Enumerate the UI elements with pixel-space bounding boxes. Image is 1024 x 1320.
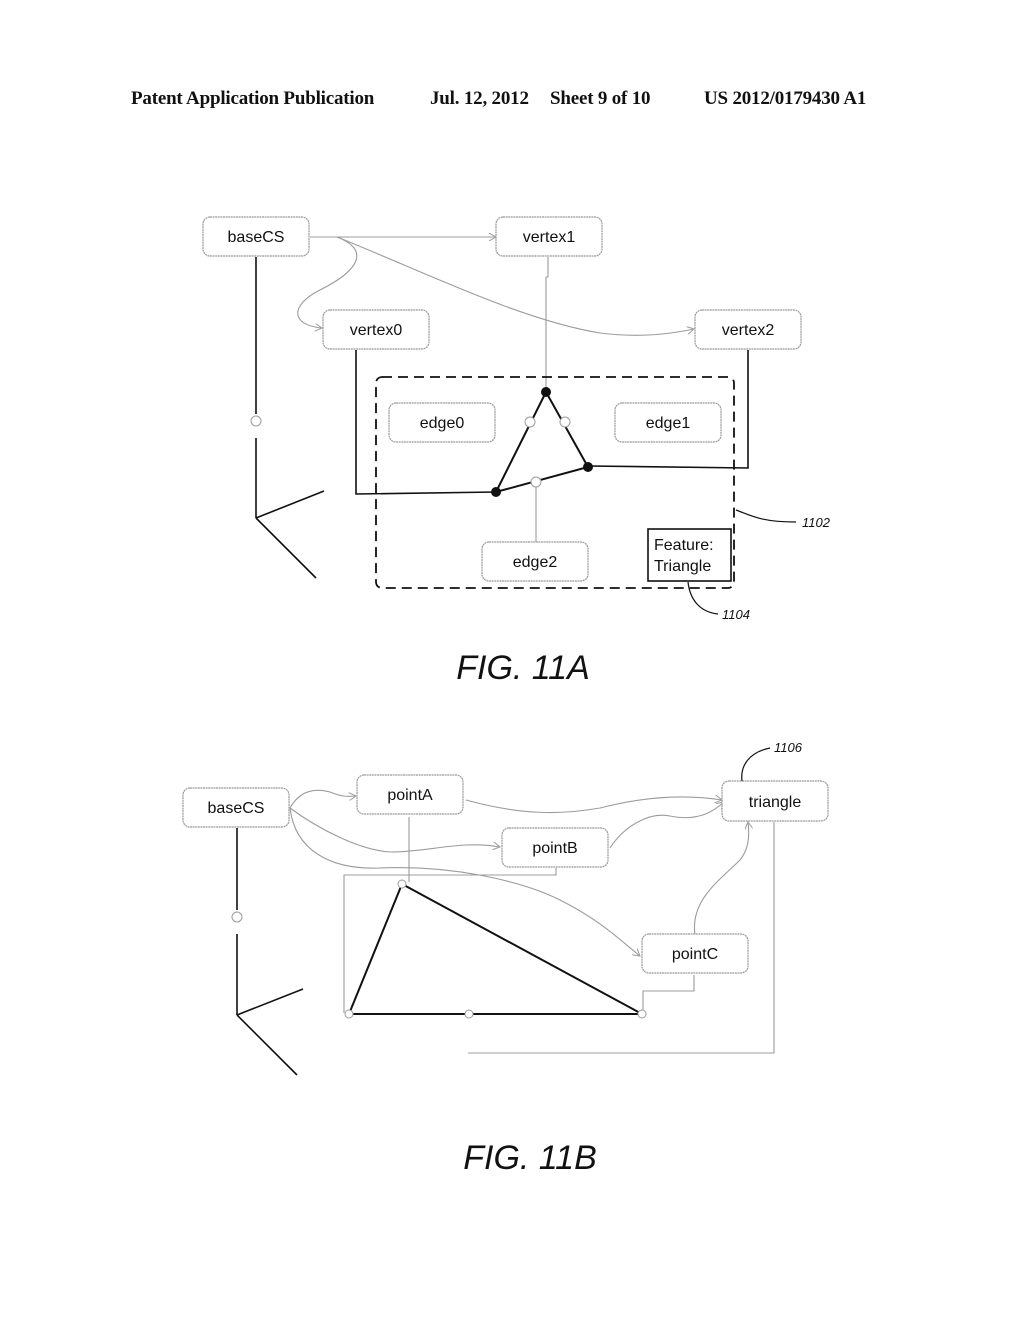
patent-figures: baseCS vertex1 vertex0 vertex2 edge0 edg… xyxy=(182,216,831,1177)
node-label: vertex2 xyxy=(722,322,775,339)
node-label: pointA xyxy=(387,787,433,804)
node-label: triangle xyxy=(749,794,802,811)
figure-caption-11a: FIG. 11A xyxy=(456,649,590,687)
node-label: edge2 xyxy=(513,554,558,571)
node-edge0[interactable]: edge0 xyxy=(388,402,496,443)
arrow-basecs-to-pointb xyxy=(289,807,500,853)
node-label: edge1 xyxy=(646,415,691,432)
arrow-pointc-to-triangle xyxy=(693,822,748,936)
link-pointc-vertex xyxy=(642,975,695,1013)
coordinate-axes-icon xyxy=(250,257,325,579)
node-pointc[interactable]: pointC xyxy=(641,933,749,974)
node-vertex0[interactable]: vertex0 xyxy=(322,309,430,350)
figure-11a: baseCS vertex1 vertex0 vertex2 edge0 edg… xyxy=(202,216,831,687)
feature-triangle-label: Feature: Triangle xyxy=(647,528,732,582)
edge-handle xyxy=(464,1009,474,1019)
node-triangle[interactable]: triangle xyxy=(721,780,829,822)
vertex-joint-top xyxy=(541,387,551,397)
coordinate-axes-icon xyxy=(231,828,304,1076)
edge-handle xyxy=(530,476,542,488)
vertex-joint-left xyxy=(491,487,501,497)
axis-handle xyxy=(231,911,243,923)
edge-handle xyxy=(524,416,536,428)
triangle-shape xyxy=(494,389,590,494)
vertex-handle xyxy=(637,1009,647,1019)
node-label: baseCS xyxy=(228,229,285,246)
ref-1106: 1106 xyxy=(774,740,803,755)
leader-1104 xyxy=(687,581,719,615)
node-label: pointB xyxy=(532,840,577,857)
node-label: baseCS xyxy=(208,800,265,817)
node-basecs[interactable]: baseCS xyxy=(202,216,310,257)
node-label: edge0 xyxy=(420,415,465,432)
node-vertex2[interactable]: vertex2 xyxy=(694,309,802,350)
link-pointb-vertex xyxy=(343,868,557,1013)
arrow-pointb-to-triangle xyxy=(609,802,724,849)
arrow-basecs-to-pointa xyxy=(289,789,356,809)
node-edge1[interactable]: edge1 xyxy=(614,402,722,443)
leader-1102 xyxy=(735,509,797,523)
feature-label-line1: Feature: xyxy=(654,537,714,554)
node-label: vertex0 xyxy=(350,322,403,339)
leader-1106 xyxy=(741,747,771,782)
arrow-pointa-to-triangle xyxy=(465,797,722,814)
vertex-handle xyxy=(344,1009,354,1019)
node-pointb[interactable]: pointB xyxy=(501,827,609,868)
node-edge2[interactable]: edge2 xyxy=(481,541,589,582)
vertex-joint-right xyxy=(583,462,593,472)
link-vertex1-joint xyxy=(545,257,549,390)
ref-1104: 1104 xyxy=(722,607,750,622)
figure-11b: baseCS pointA pointB pointC triangle 110… xyxy=(182,740,829,1177)
node-pointa[interactable]: pointA xyxy=(356,774,464,815)
node-label: pointC xyxy=(672,946,718,963)
edge-handle xyxy=(559,416,571,428)
figure-caption-11b: FIG. 11B xyxy=(463,1139,597,1177)
vertex-handle xyxy=(397,879,407,889)
triangle-shape xyxy=(347,882,643,1015)
axis-handle xyxy=(250,415,262,427)
node-basecs[interactable]: baseCS xyxy=(182,787,290,828)
node-vertex1[interactable]: vertex1 xyxy=(495,216,603,257)
ref-1102: 1102 xyxy=(802,515,831,530)
node-label: vertex1 xyxy=(523,229,576,246)
feature-label-line2: Triangle xyxy=(654,558,711,575)
